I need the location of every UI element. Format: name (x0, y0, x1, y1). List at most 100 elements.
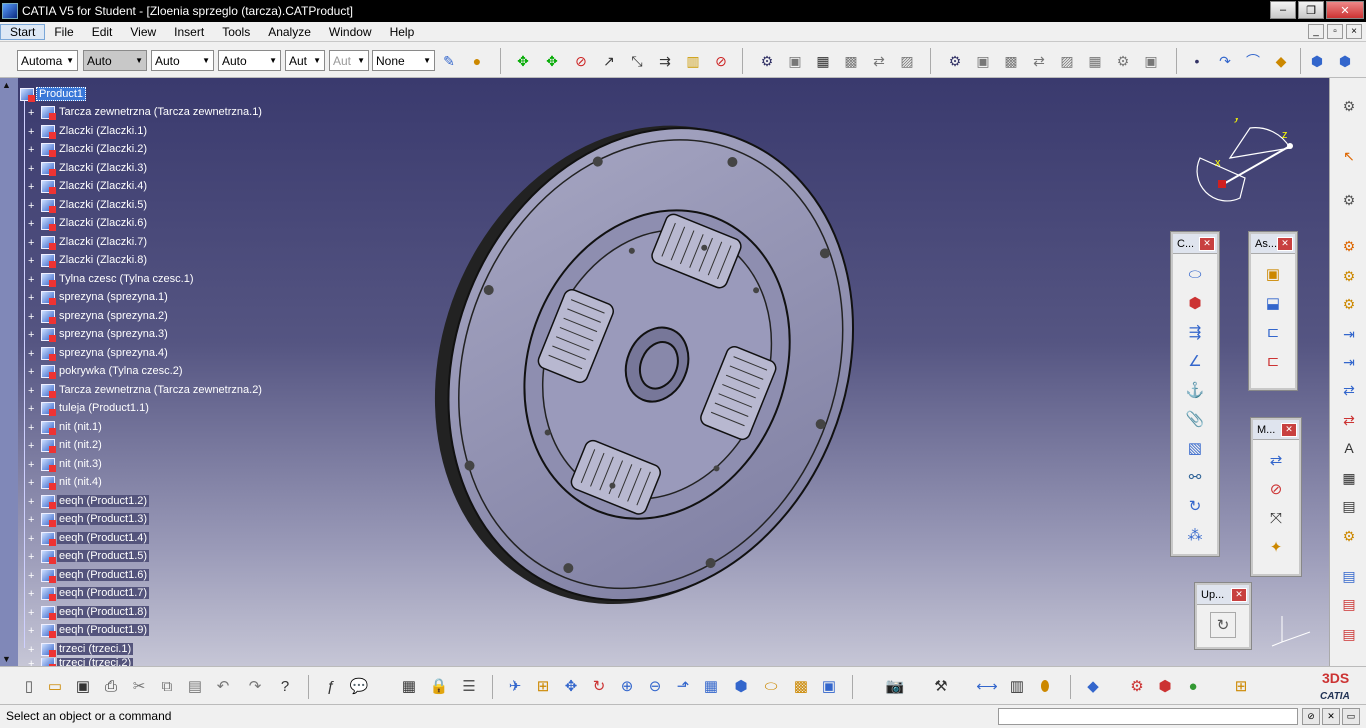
command-input[interactable] (998, 708, 1298, 725)
fix-component-icon[interactable]: ⚓ (1182, 377, 1208, 403)
stop-manipulate-on-clash-icon[interactable]: ✦ (1263, 534, 1289, 560)
compass-widget[interactable]: x y z (1190, 118, 1300, 228)
fix-together-icon[interactable]: 📎 (1182, 406, 1208, 432)
tree-node[interactable]: + eeqh (Product1.2) (28, 492, 150, 510)
tree-scrollbar[interactable]: ▲ ▼ (0, 78, 18, 666)
whats-this-icon[interactable]: ? (274, 675, 296, 697)
tree-node[interactable]: + Zlaczki (Zlaczki.6) (28, 214, 149, 232)
existing-component-icon[interactable]: ▩ (840, 50, 862, 72)
product-icon[interactable]: ⚙ (756, 50, 778, 72)
replace-component-icon[interactable]: ⇄ (868, 50, 890, 72)
change-constraint-icon[interactable]: ↻ (1182, 493, 1208, 519)
curve-icon[interactable]: ↷ (1214, 50, 1236, 72)
catalog-icon[interactable]: ▤ (1338, 594, 1360, 614)
reuse-pattern-icon[interactable]: ▨ (1056, 50, 1078, 72)
restore-button[interactable]: ❐ (1298, 1, 1324, 19)
assembly-features-panel[interactable]: As... ✕ ▣ ⬓ ⊏ ⊏ (1249, 232, 1297, 390)
properties-icon[interactable]: ☰ (458, 675, 480, 697)
generate-numbering-icon[interactable]: ▣ (972, 50, 994, 72)
tree-node[interactable]: + Zlaczki (Zlaczki.5) (28, 196, 149, 214)
expand-icon[interactable]: + (28, 570, 39, 582)
component-icon[interactable]: ▣ (784, 50, 806, 72)
close-icon[interactable]: ✕ (1281, 422, 1297, 437)
expand-icon[interactable]: + (28, 514, 39, 526)
snap-icon[interactable]: ⊘ (1263, 476, 1289, 502)
shading-icon[interactable]: ⬭ (760, 675, 782, 697)
expand-icon[interactable]: + (28, 126, 39, 138)
fast-multi-instantiation-icon[interactable]: ⇄ (1028, 50, 1050, 72)
sphere-icon[interactable]: ● (1182, 675, 1204, 697)
gear-icon[interactable]: ⚙ (1338, 266, 1360, 286)
expand-icon[interactable]: + (28, 607, 39, 619)
eraser-icon[interactable]: ◆ (1082, 675, 1104, 697)
catalog-icon[interactable]: ▤ (1338, 566, 1360, 586)
formula-icon[interactable]: ƒ (320, 675, 342, 697)
copy-icon[interactable]: ⧉ (156, 675, 178, 697)
render-icon[interactable]: ⚙ (1126, 675, 1148, 697)
fit-all-icon[interactable]: ⊞ (532, 675, 554, 697)
close-icon[interactable]: ✕ (1199, 236, 1215, 251)
graphic-properties-combo-4[interactable]: Auto ▼ (218, 50, 281, 71)
expand-icon[interactable]: + (28, 588, 39, 600)
command-stop-button[interactable]: ⊘ (1302, 708, 1320, 725)
zoom-out-icon[interactable]: ⊖ (644, 675, 666, 697)
expand-icon[interactable]: + (28, 255, 39, 267)
tree-node[interactable]: + Zlaczki (Zlaczki.3) (28, 159, 149, 177)
save-icon[interactable]: ▣ (72, 675, 94, 697)
zoom-in-icon[interactable]: ⊕ (616, 675, 638, 697)
rotate-icon[interactable]: ↻ (588, 675, 610, 697)
insert-icon[interactable]: ⇥ (1338, 352, 1360, 372)
expand-icon[interactable]: + (28, 403, 39, 415)
hole-icon[interactable]: ⬓ (1260, 290, 1286, 316)
split-icon[interactable]: ▣ (1260, 261, 1286, 287)
pocket-icon[interactable]: ⊏ (1260, 319, 1286, 345)
expand-icon[interactable]: + (28, 181, 39, 193)
tree-node[interactable]: + eeqh (Product1.7) (28, 584, 150, 602)
cut-icon[interactable]: ✂ (128, 675, 150, 697)
menu-edit[interactable]: Edit (83, 25, 122, 39)
sketcher-icon[interactable]: ⚙ (1338, 190, 1360, 210)
expand-icon[interactable]: + (28, 163, 39, 175)
expand-icon[interactable]: + (28, 329, 39, 341)
knowledge-icon[interactable]: 💬 (348, 675, 370, 697)
3d-viewport[interactable]: ▲ ▼ Product1 + Tarcza zewnetrzna (Tarcza … (0, 78, 1329, 668)
hide-show-icon[interactable]: ▩ (790, 675, 812, 697)
menu-insert[interactable]: Insert (165, 25, 213, 39)
contact-constraint-icon[interactable]: ⬢ (1182, 290, 1208, 316)
clutch-disc-model[interactable] (420, 106, 880, 626)
angle-constraint-icon[interactable]: ∠ (1182, 348, 1208, 374)
part-icon[interactable]: ▦ (812, 50, 834, 72)
cube-small-icon[interactable]: ⬢ (1334, 50, 1356, 72)
menu-analyze[interactable]: Analyze (259, 25, 320, 39)
no-show-icon[interactable]: ⊘ (710, 50, 732, 72)
manage-representations-icon[interactable]: ▦ (1084, 50, 1106, 72)
expand-icon[interactable]: + (28, 366, 39, 378)
tree-node[interactable]: + trzeci (trzeci.1) (28, 640, 134, 658)
lock-icon[interactable]: 🔒 (428, 675, 450, 697)
stop-manipulate-icon[interactable]: ⤡ (626, 50, 648, 72)
table-icon[interactable]: ▦ (398, 675, 420, 697)
copy-rotate-icon[interactable]: ▣ (1140, 50, 1162, 72)
menu-start[interactable]: Start (0, 23, 46, 40)
scroll-down-icon[interactable]: ▼ (2, 654, 11, 664)
constraints-toolbar-panel[interactable]: C... ✕ ⬭ ⬢ ⇶ ∠ ⚓ 📎 ▧ ⚯ ↻ ⁂ (1171, 232, 1219, 556)
expand-icon[interactable]: + (28, 144, 39, 156)
menu-view[interactable]: View (121, 25, 165, 39)
tree-node[interactable]: + nit (nit.4) (28, 473, 104, 491)
expand-icon[interactable]: + (28, 477, 39, 489)
tree-node[interactable]: + pokrywka (Tylna czesc.2) (28, 362, 184, 380)
menu-tools[interactable]: Tools (213, 25, 259, 39)
gear-icon[interactable]: ⚙ (1338, 236, 1360, 256)
gear-icon[interactable]: ⚙ (1338, 294, 1360, 314)
tools-icon[interactable]: ⚒ (930, 675, 952, 697)
expand-icon[interactable]: + (28, 200, 39, 212)
pan-icon[interactable]: ✥ (560, 675, 582, 697)
expand-icon[interactable]: + (28, 274, 39, 286)
expand-icon[interactable]: + (28, 422, 39, 434)
expand-icon[interactable]: + (28, 237, 39, 249)
graphic-properties-combo-3[interactable]: Auto ▼ (151, 50, 214, 71)
doc-minimize-button[interactable]: _ (1308, 24, 1324, 39)
remove-icon[interactable]: ⊏ (1260, 348, 1286, 374)
flexible-sub-assembly-icon[interactable]: ⚯ (1182, 464, 1208, 490)
tree-node[interactable]: + Tarcza zewnetrzna (Tarcza zewnetrzna.2) (28, 381, 264, 399)
